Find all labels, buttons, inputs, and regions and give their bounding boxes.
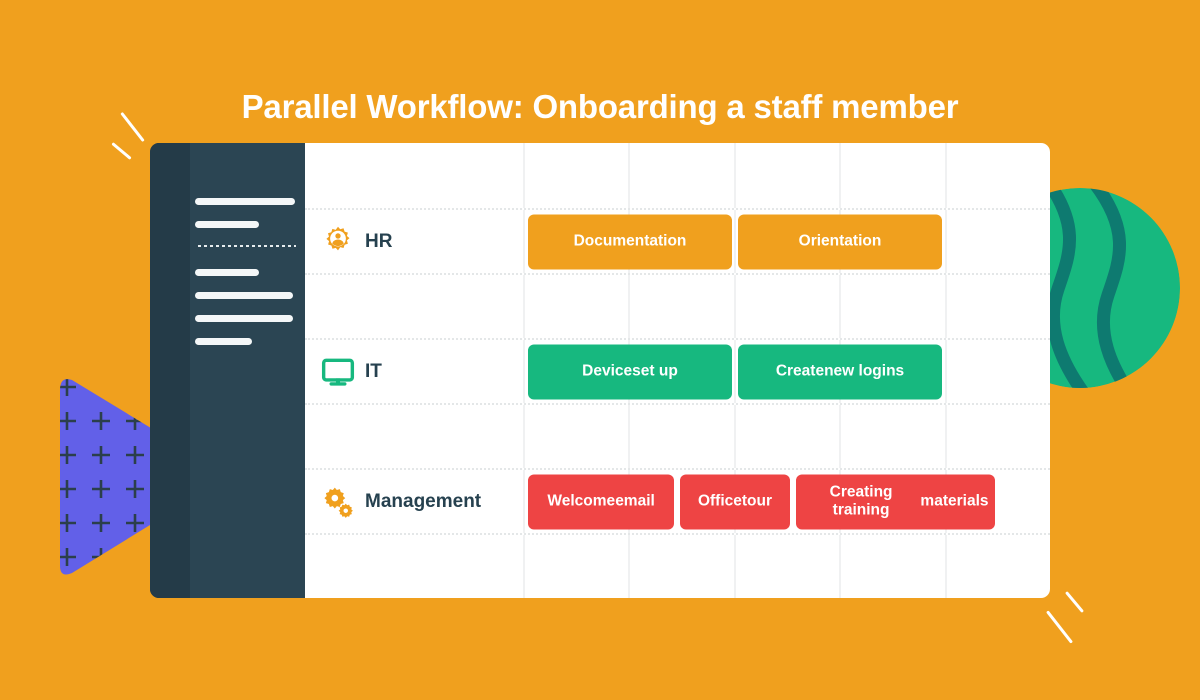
grid-cell xyxy=(305,275,525,338)
grid-cell xyxy=(841,275,947,338)
grid-spacer-row xyxy=(305,403,1050,468)
grid-cell xyxy=(525,143,631,208)
gear-person-icon xyxy=(321,225,355,259)
task-bar-label: tour xyxy=(741,492,773,510)
sidebar-line xyxy=(195,198,295,205)
poster-canvas: Parallel Workflow: Onboarding a staff me… xyxy=(0,0,1200,700)
task-bar-label: Creating training xyxy=(829,483,893,519)
grid-cell xyxy=(305,405,525,468)
grid-cell xyxy=(841,535,947,598)
grid-cells xyxy=(305,275,1050,338)
task-bar-track: Documentation Orientation xyxy=(525,210,1050,273)
lane-name: Management xyxy=(365,490,482,512)
slash-decoration-bottom-1 xyxy=(1064,591,1085,613)
task-bar[interactable]: Office tour xyxy=(680,474,790,529)
slash-decoration-bottom-2 xyxy=(1046,610,1073,644)
task-bar[interactable]: Documentation xyxy=(528,214,732,269)
sidebar-line xyxy=(195,292,293,299)
task-bar-label: Create xyxy=(775,362,825,380)
grid-spacer-row xyxy=(305,143,1050,208)
grid-cell xyxy=(630,143,736,208)
page-title: Parallel Workflow: Onboarding a staff me… xyxy=(241,88,959,126)
grid-cell xyxy=(630,275,736,338)
monitor-icon xyxy=(321,358,355,386)
grid-cell xyxy=(736,275,842,338)
swimlane-row: HR Documentation Orientation xyxy=(305,208,1050,273)
card-sidebar xyxy=(150,143,305,598)
grid-cell xyxy=(525,535,631,598)
workflow-card: HR Documentation Orientation IT Device set u… xyxy=(150,143,1050,598)
grid-cell xyxy=(525,405,631,468)
workflow-grid: HR Documentation Orientation IT Device set u… xyxy=(305,143,1050,598)
grid-cell xyxy=(525,275,631,338)
grid-spacer-row xyxy=(305,533,1050,598)
grid-cell xyxy=(736,405,842,468)
task-bar-label: materials xyxy=(920,492,989,510)
sidebar-line xyxy=(195,338,252,345)
grid-spacer-row xyxy=(305,273,1050,338)
task-bar[interactable]: Welcome email xyxy=(528,474,675,529)
task-bar-label: email xyxy=(615,492,655,510)
grid-cell xyxy=(305,143,525,208)
sidebar-line xyxy=(195,269,259,276)
gears-icon xyxy=(324,487,353,518)
sidebar-divider xyxy=(198,244,296,247)
grid-cell xyxy=(841,405,947,468)
grid-cells xyxy=(305,143,1050,208)
task-bar-track: Device set up Create new logins xyxy=(525,340,1050,403)
grid-cell xyxy=(630,405,736,468)
task-bar-label: Orientation xyxy=(798,232,882,250)
lane-name: HR xyxy=(365,230,393,252)
grid-cell xyxy=(947,275,1050,338)
lane-label-hr[interactable]: HR xyxy=(305,210,525,273)
grid-cell xyxy=(305,535,525,598)
gear-person-icon xyxy=(326,226,350,250)
grid-cell xyxy=(947,535,1050,598)
task-bar[interactable]: Orientation xyxy=(738,214,942,269)
grid-cell xyxy=(841,143,947,208)
task-bar-label: Device xyxy=(582,362,633,380)
task-bar-label: set up xyxy=(632,362,678,380)
grid-cell xyxy=(736,535,842,598)
swimlane-row: Management Welcome email Office tour Creating… xyxy=(305,468,1050,533)
sidebar-placeholder-lines xyxy=(195,198,296,361)
grid-cell xyxy=(947,143,1050,208)
gears-icon xyxy=(321,485,355,519)
sidebar-line xyxy=(195,315,293,322)
task-bar[interactable]: Creating training materials xyxy=(795,474,995,529)
task-bar-label: new logins xyxy=(824,362,905,380)
task-bar-label: Documentation xyxy=(573,232,687,250)
lane-label-it[interactable]: IT xyxy=(305,340,525,403)
task-bar-track: Welcome email Office tour Creating training m… xyxy=(525,470,1050,533)
grid-cell xyxy=(630,535,736,598)
grid-cell xyxy=(736,143,842,208)
task-bar-label: Welcome xyxy=(547,492,616,510)
sidebar-accent-strip xyxy=(150,143,190,598)
grid-cell xyxy=(947,405,1050,468)
lane-name: IT xyxy=(365,360,382,382)
grid-cells xyxy=(305,405,1050,468)
task-bar[interactable]: Create new logins xyxy=(738,344,942,399)
task-bar-label: Office xyxy=(697,492,742,510)
monitor-icon xyxy=(321,355,355,389)
slash-decoration-top-2 xyxy=(111,142,132,160)
swimlane-row: IT Device set up Create new logins xyxy=(305,338,1050,403)
task-bar[interactable]: Device set up xyxy=(528,344,732,399)
lane-label-management[interactable]: Management xyxy=(305,470,525,533)
grid-cells xyxy=(305,535,1050,598)
sidebar-line xyxy=(195,221,259,228)
